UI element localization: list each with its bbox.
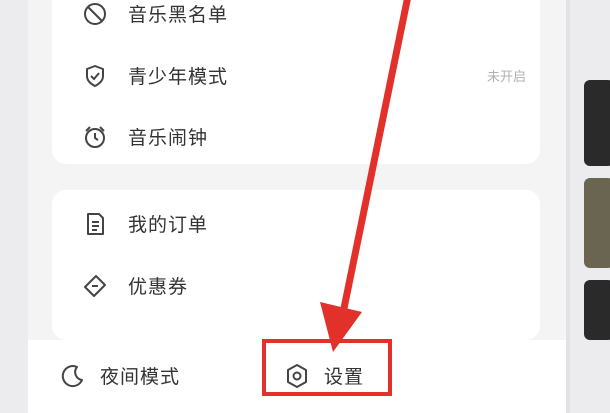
settings-highlight-box — [262, 339, 392, 396]
baidu-watermark: Bai 经验 — [444, 354, 550, 382]
baidu-watermark-url: jingyan.baidu.com — [460, 384, 562, 397]
